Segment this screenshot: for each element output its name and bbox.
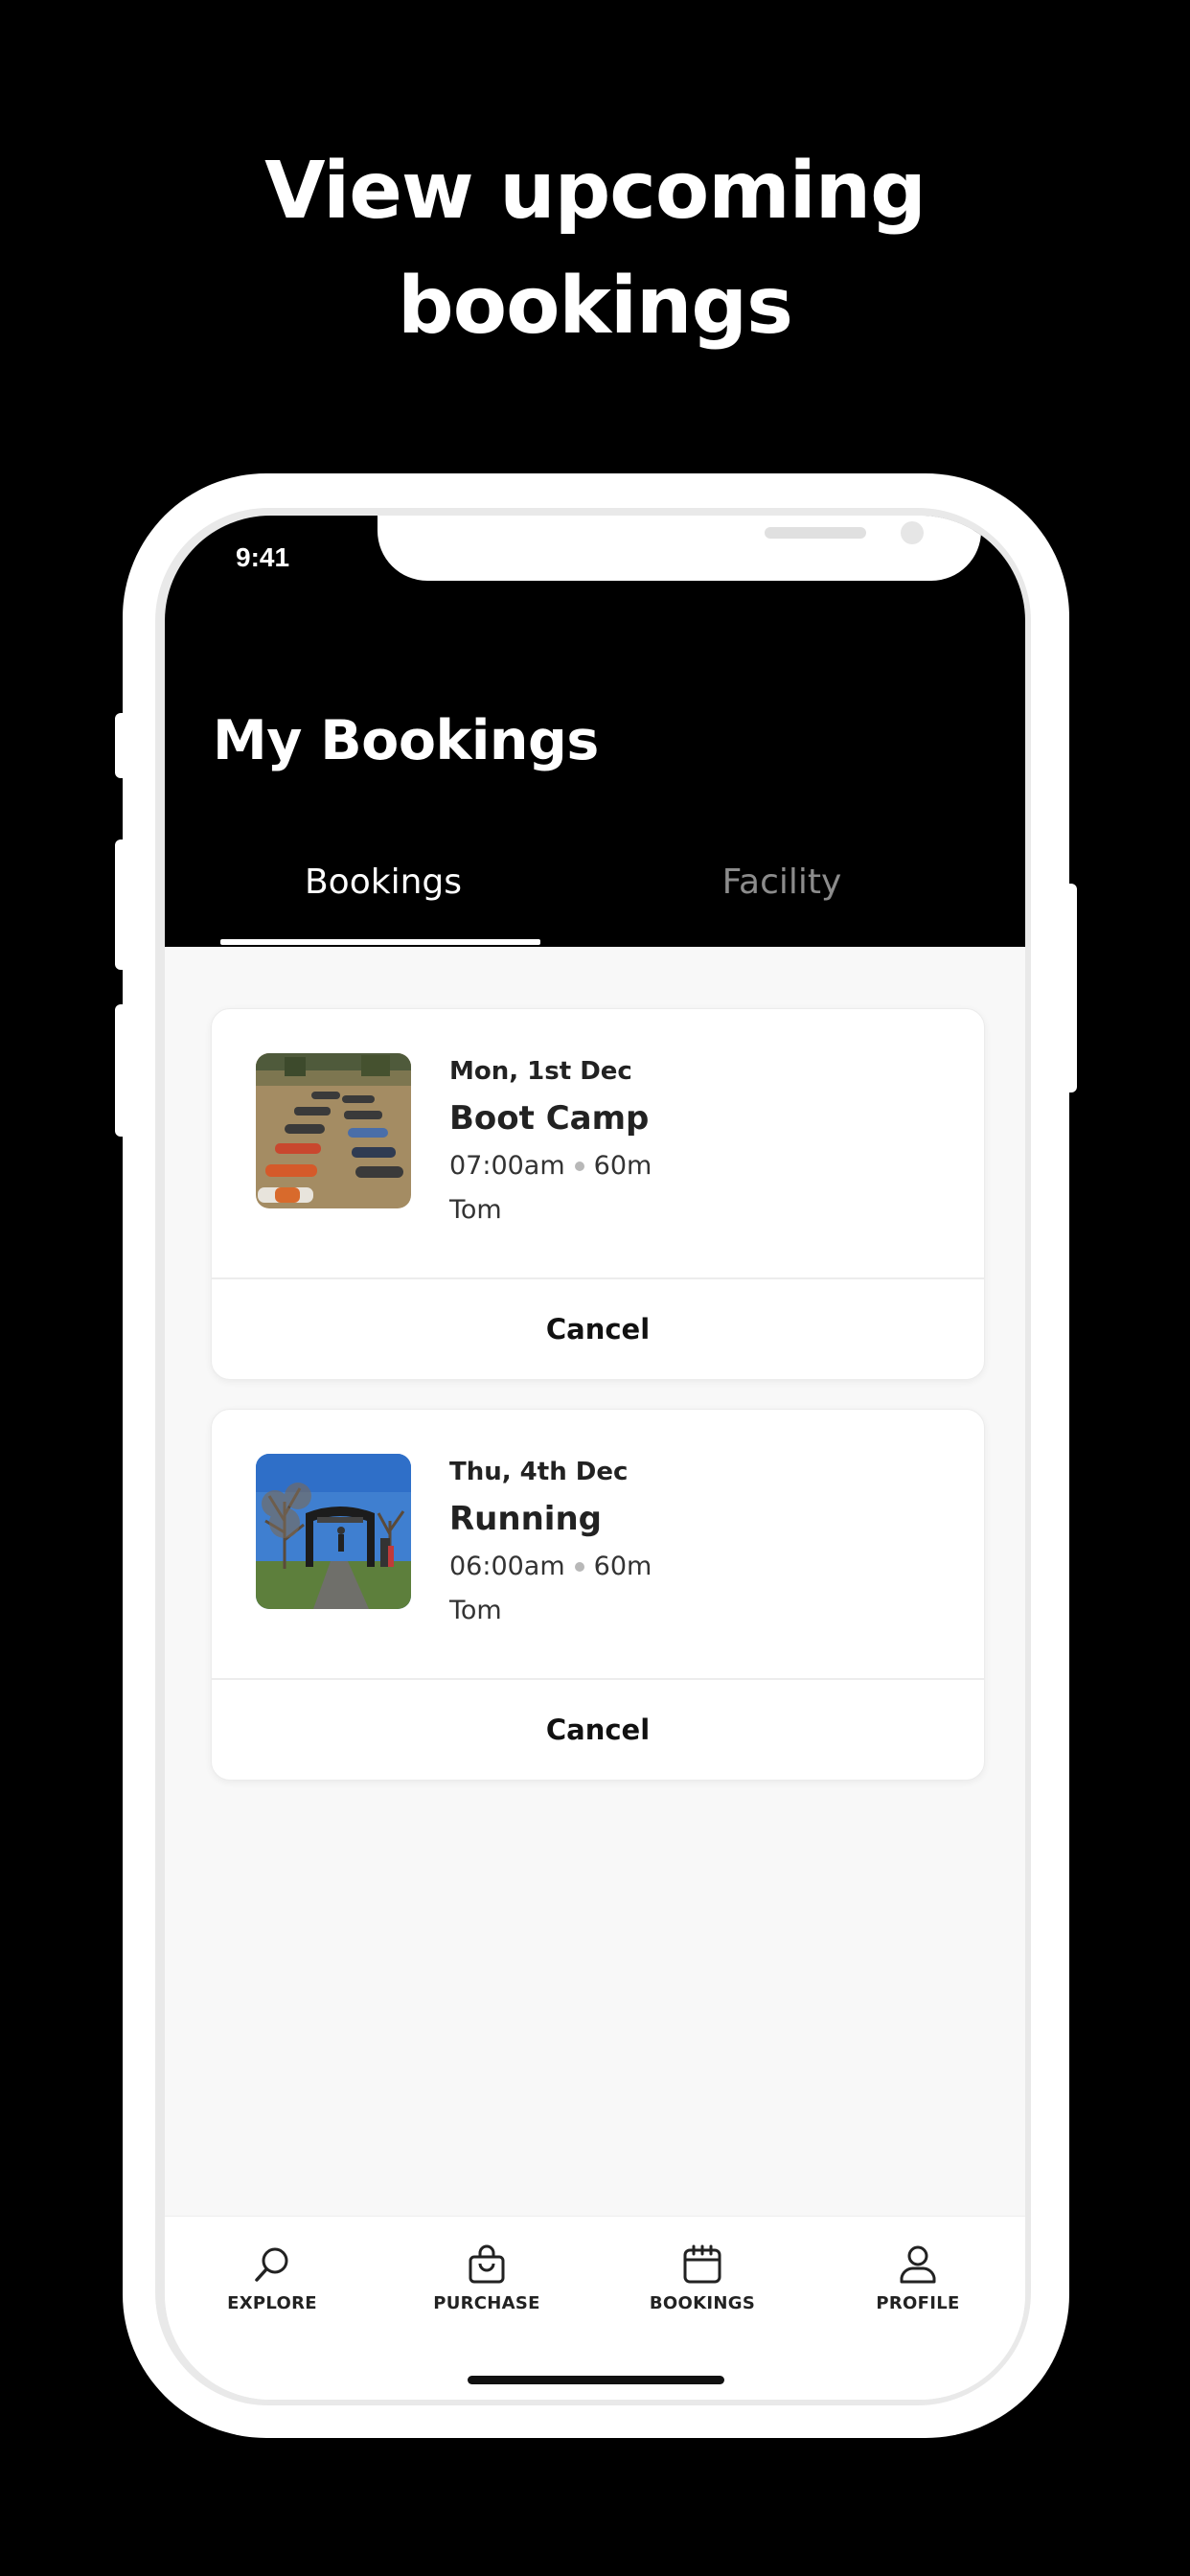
active-tab-indicator (220, 939, 540, 945)
cellular-signal-icon (830, 549, 864, 575)
booking-time: 06:00am (449, 1552, 565, 1581)
booking-coach: Tom (449, 1596, 502, 1625)
tabbar-item-purchase[interactable]: PURCHASE (391, 2243, 583, 2313)
app-header: 9:41 My Bookings Bookings Facility (165, 516, 1025, 947)
tabbar-label: PURCHASE (433, 2293, 540, 2313)
booking-duration: 60m (593, 1552, 652, 1581)
status-bar-time: 9:41 (236, 542, 290, 572)
speaker-grille (765, 527, 866, 539)
cancel-booking-button[interactable]: Cancel (212, 1279, 984, 1379)
headline-line-2: bookings (398, 261, 793, 352)
tab-bookings[interactable]: Bookings (220, 862, 546, 902)
tabbar-item-explore[interactable]: EXPLORE (176, 2243, 368, 2313)
battery-icon (914, 548, 960, 576)
boot-camp-photo (256, 1053, 411, 1208)
tab-facility[interactable]: Facility (619, 862, 945, 902)
tabbar-item-bookings[interactable]: BOOKINGS (606, 2243, 798, 2313)
front-camera (901, 521, 924, 544)
tabbar-label: BOOKINGS (649, 2293, 756, 2313)
app-store-screenshot: View upcoming bookings 9:41 My Bookings … (0, 0, 1190, 2576)
status-bar-icons (830, 547, 960, 576)
tabbar-label: PROFILE (876, 2293, 960, 2313)
booking-coach: Tom (449, 1195, 502, 1225)
booking-time: 07:00am (449, 1151, 565, 1181)
booking-duration: 60m (593, 1151, 652, 1181)
booking-class-name: Running (449, 1500, 602, 1538)
home-indicator[interactable] (468, 2376, 724, 2384)
booking-time-duration: 07:00am 60m (449, 1151, 652, 1181)
booking-date: Mon, 1st Dec (449, 1057, 632, 1086)
search-icon (176, 2243, 368, 2286)
tabbar-label: EXPLORE (227, 2293, 317, 2313)
cancel-booking-button[interactable]: Cancel (212, 1680, 984, 1780)
calendar-icon (606, 2243, 798, 2286)
marketing-headline: View upcoming bookings (0, 134, 1190, 364)
booking-card: Mon, 1st Dec Boot Camp 07:00am 60m Tom C… (211, 1008, 985, 1380)
booking-time-duration: 06:00am 60m (449, 1552, 652, 1581)
headline-line-1: View upcoming (264, 146, 927, 237)
phone-screen: 9:41 My Bookings Bookings Facility Mon, … (165, 516, 1025, 2400)
separator-dot (574, 1161, 584, 1171)
booking-card: Thu, 4th Dec Running 06:00am 60m Tom Can… (211, 1409, 985, 1781)
shopping-bag-icon (391, 2243, 583, 2286)
wifi-icon (874, 547, 904, 576)
tabbar-item-profile[interactable]: PROFILE (822, 2243, 1014, 2313)
page-title: My Bookings (213, 709, 599, 772)
running-photo (256, 1454, 411, 1609)
booking-date: Thu, 4th Dec (449, 1458, 629, 1486)
bottom-tab-bar: EXPLORE PURCHASE BOOKINGS PROFILE (165, 2216, 1025, 2400)
separator-dot (574, 1561, 584, 1572)
user-icon (822, 2243, 1014, 2286)
booking-class-name: Boot Camp (449, 1099, 650, 1138)
